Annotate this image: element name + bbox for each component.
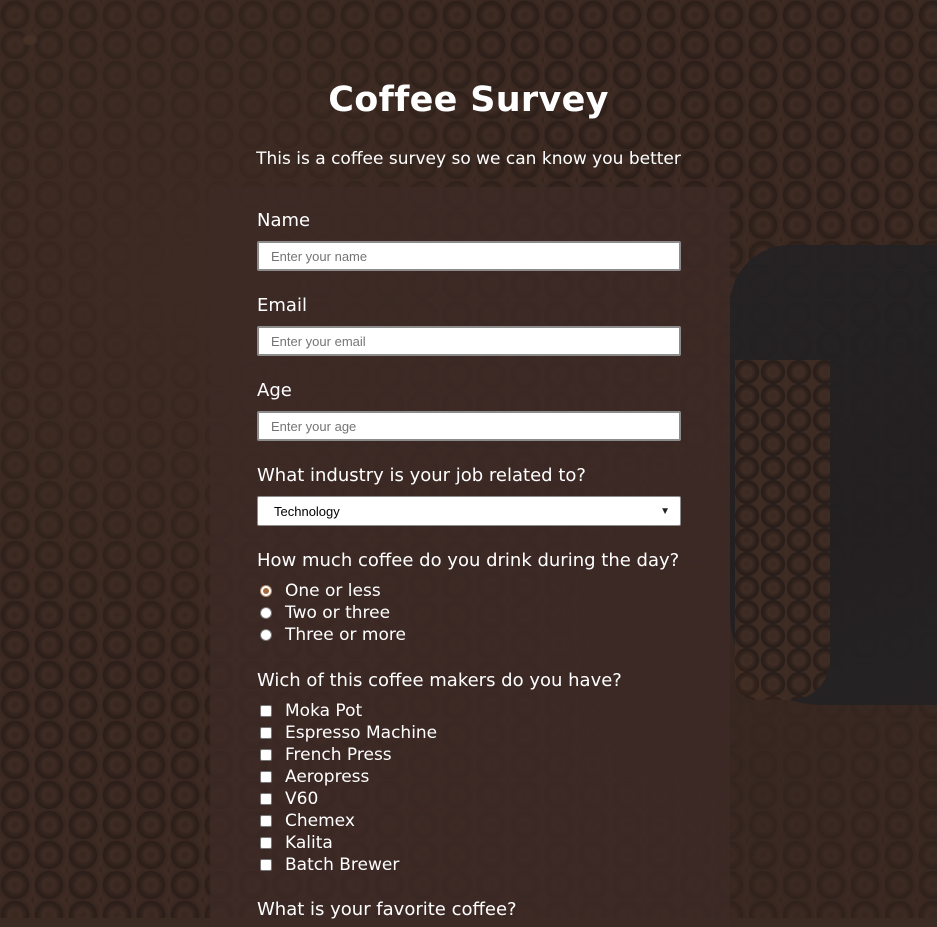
checkbox[interactable] [260,859,272,871]
radio-option-label: Three or more [285,625,406,645]
checkbox-option-moka-pot[interactable]: Moka Pot [260,700,362,722]
industry-label: What industry is your job related to? [257,465,586,486]
radio-button[interactable] [260,585,272,597]
industry-select-value: Technology [274,503,340,519]
favorite-coffee-label: What is your favorite coffee? [257,899,517,920]
radio-option-two-or-three[interactable]: Two or three [260,602,390,624]
checkbox[interactable] [260,771,272,783]
radio-button[interactable] [260,629,272,641]
checkbox-option-kalita[interactable]: Kalita [260,832,333,854]
checkbox-option-batch-brewer[interactable]: Batch Brewer [260,854,399,876]
checkbox[interactable] [260,705,272,717]
checkbox-option-label: Kalita [285,833,333,853]
checkbox-option-label: Batch Brewer [285,855,400,875]
checkbox-option-label: French Press [285,745,392,765]
radio-option-three-or-more[interactable]: Three or more [260,624,406,646]
name-input[interactable] [257,241,681,271]
checkbox-option-label: Chemex [285,811,355,831]
checkbox-option-label: V60 [285,789,319,809]
coffee-makers-label: Wich of this coffee makers do you have? [257,670,622,691]
radio-option-one-or-less[interactable]: One or less [260,580,381,602]
radio-option-label: Two or three [285,603,391,623]
checkbox-option-label: Aeropress [285,767,370,787]
email-input[interactable] [257,326,681,356]
page-title: Coffee Survey [328,80,609,120]
coffee-amount-label: How much coffee do you drink during the … [257,550,680,571]
checkbox-option-label: Espresso Machine [285,723,438,743]
radio-option-label: One or less [285,581,381,601]
industry-select[interactable]: Technology ▼ [257,496,681,526]
checkbox[interactable] [260,727,272,739]
name-label: Name [257,210,311,231]
checkbox[interactable] [260,815,272,827]
radio-button[interactable] [260,607,272,619]
age-label: Age [257,380,292,401]
chevron-down-icon: ▼ [660,505,670,517]
checkbox[interactable] [260,749,272,761]
age-input[interactable] [257,411,681,441]
email-label: Email [257,295,307,316]
checkbox-option-chemex[interactable]: Chemex [260,810,355,832]
checkbox-option-label: Moka Pot [285,701,363,721]
survey-page: Coffee Survey This is a coffee survey so… [0,0,937,927]
checkbox-option-french-press[interactable]: French Press [260,744,392,766]
checkbox[interactable] [260,837,272,849]
checkbox-option-v60[interactable]: V60 [260,788,318,810]
checkbox-option-espresso-machine[interactable]: Espresso Machine [260,722,437,744]
checkbox[interactable] [260,793,272,805]
page-description: This is a coffee survey so we can know y… [256,149,681,169]
checkbox-option-aeropress[interactable]: Aeropress [260,766,369,788]
